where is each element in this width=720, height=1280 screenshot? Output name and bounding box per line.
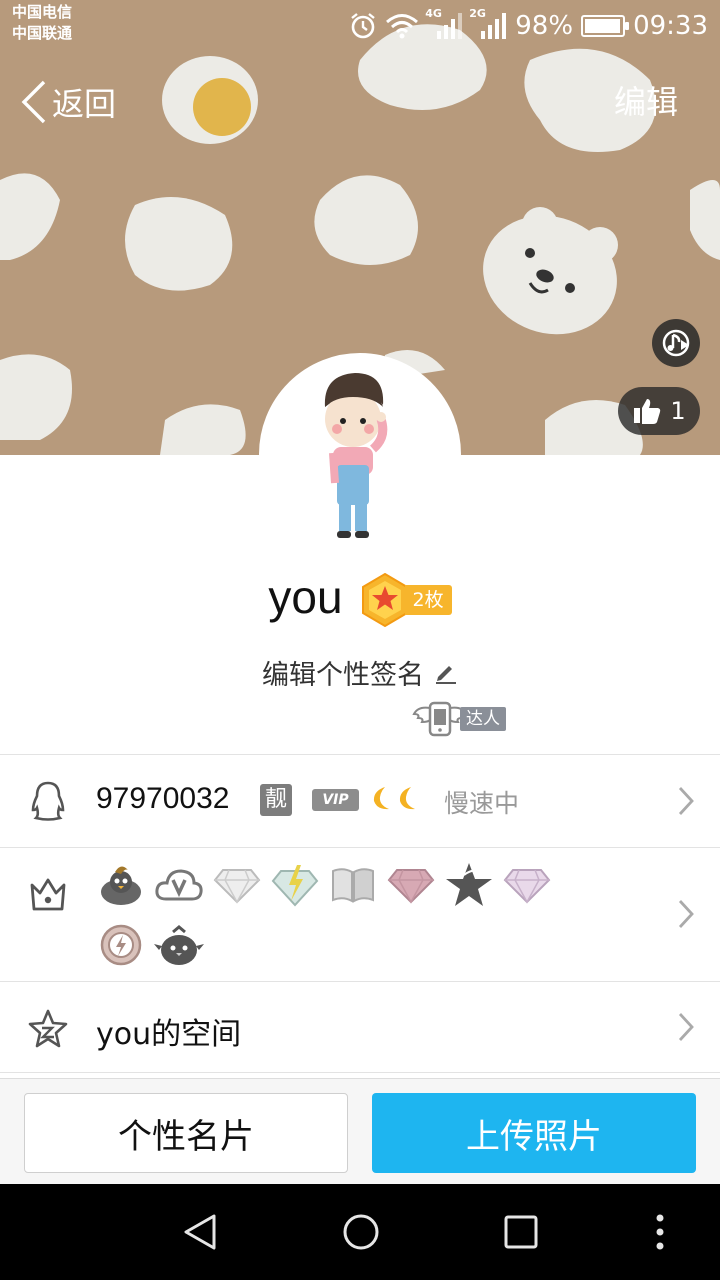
more-vertical-icon[interactable] bbox=[640, 1212, 680, 1252]
qq-info-row[interactable]: 97970032 靓 VIP 慢速中 bbox=[0, 755, 720, 847]
book-badge-icon[interactable] bbox=[328, 860, 378, 910]
status-icons: 4G 2G 98% 09:33 bbox=[349, 7, 708, 44]
signal-4g-icon: 4G bbox=[425, 7, 463, 41]
back-label: 返回 bbox=[52, 85, 117, 123]
qzone-label: you的空间 bbox=[96, 1017, 242, 1052]
star-medal-icon bbox=[361, 573, 408, 627]
action-bar: 个性名片 上传照片 bbox=[0, 1078, 720, 1184]
qzone-row[interactable]: you的空间 bbox=[0, 982, 720, 1072]
penguin-badge-icon[interactable] bbox=[96, 860, 146, 910]
nickname: you bbox=[268, 571, 343, 623]
chevron-right-icon bbox=[678, 900, 694, 928]
speed-status: 慢速中 bbox=[444, 789, 520, 818]
penguin-icon bbox=[31, 781, 65, 821]
chevron-right-icon bbox=[678, 1013, 694, 1041]
edit-button[interactable]: 编辑 bbox=[614, 80, 678, 124]
cloud-vip-badge-icon[interactable] bbox=[154, 860, 204, 910]
moon-icon bbox=[373, 787, 389, 810]
signature-text: 编辑个性签名 bbox=[262, 659, 424, 691]
alarm-icon bbox=[351, 13, 376, 39]
qq-number: 97970032 bbox=[96, 782, 230, 815]
crown-icon bbox=[30, 878, 66, 911]
like-count: 1 bbox=[670, 397, 686, 425]
signal-2g-icon: 2G bbox=[469, 7, 507, 41]
avatar-cartoon-image bbox=[263, 357, 457, 551]
music-button[interactable] bbox=[652, 319, 700, 367]
bird-badge-icon[interactable] bbox=[154, 920, 204, 970]
carrier-2: 中国联通 bbox=[12, 24, 73, 42]
chevron-right-icon bbox=[678, 787, 694, 815]
carrier-1: 中国电信 bbox=[12, 3, 73, 21]
wifi-icon bbox=[386, 14, 419, 39]
upload-photo-button[interactable]: 上传照片 bbox=[372, 1093, 696, 1173]
back-button[interactable]: 返回 bbox=[20, 80, 116, 124]
chevron-left-icon bbox=[21, 80, 46, 124]
system-navigation-bar bbox=[0, 1184, 720, 1280]
divider bbox=[0, 1072, 720, 1073]
network-type-1: 4G bbox=[425, 7, 442, 20]
clock: 09:33 bbox=[633, 11, 708, 41]
talent-badge[interactable]: 达人 bbox=[412, 700, 506, 738]
vip-badge: VIP bbox=[312, 789, 359, 811]
thumbs-up-icon bbox=[634, 399, 661, 424]
home-circle-icon[interactable] bbox=[341, 1212, 381, 1252]
talent-label: 达人 bbox=[460, 707, 506, 731]
music-icon bbox=[662, 329, 690, 357]
lightning-diamond-badge-icon[interactable] bbox=[270, 860, 320, 910]
qzone-star-icon bbox=[28, 1009, 68, 1048]
star-badge-icon[interactable] bbox=[444, 860, 494, 910]
profile-card-button[interactable]: 个性名片 bbox=[24, 1093, 348, 1173]
medal-count: 2枚 bbox=[404, 585, 452, 615]
battery-icon bbox=[581, 15, 630, 37]
speed-lightning-badge-icon[interactable] bbox=[96, 920, 146, 970]
moon-icon bbox=[399, 787, 415, 810]
carrier-labels: 中国电信 中国联通 bbox=[12, 2, 72, 44]
pencil-icon bbox=[436, 666, 456, 684]
white-diamond-badge-icon[interactable] bbox=[212, 860, 262, 910]
network-type-2: 2G bbox=[469, 7, 486, 20]
medal-badge[interactable]: 2枚 bbox=[361, 573, 452, 627]
badge-list bbox=[96, 860, 566, 970]
purple-diamond-badge-icon[interactable] bbox=[502, 860, 552, 910]
pink-diamond-badge-icon[interactable] bbox=[386, 860, 436, 910]
recents-square-icon[interactable] bbox=[501, 1212, 541, 1252]
liang-badge: 靓 bbox=[260, 784, 292, 816]
back-triangle-icon[interactable] bbox=[180, 1212, 220, 1252]
name-row: you 2枚 bbox=[0, 565, 720, 635]
status-bar: 中国电信 中国联通 4G 2G 98% 09:33 bbox=[0, 0, 720, 52]
avatar[interactable] bbox=[259, 353, 461, 555]
like-button[interactable]: 1 bbox=[618, 387, 700, 435]
badges-row[interactable] bbox=[0, 848, 720, 981]
signature-edit[interactable]: 编辑个性签名 bbox=[0, 652, 720, 692]
vip-level-moons bbox=[369, 785, 419, 813]
battery-percent: 98% bbox=[515, 11, 574, 41]
